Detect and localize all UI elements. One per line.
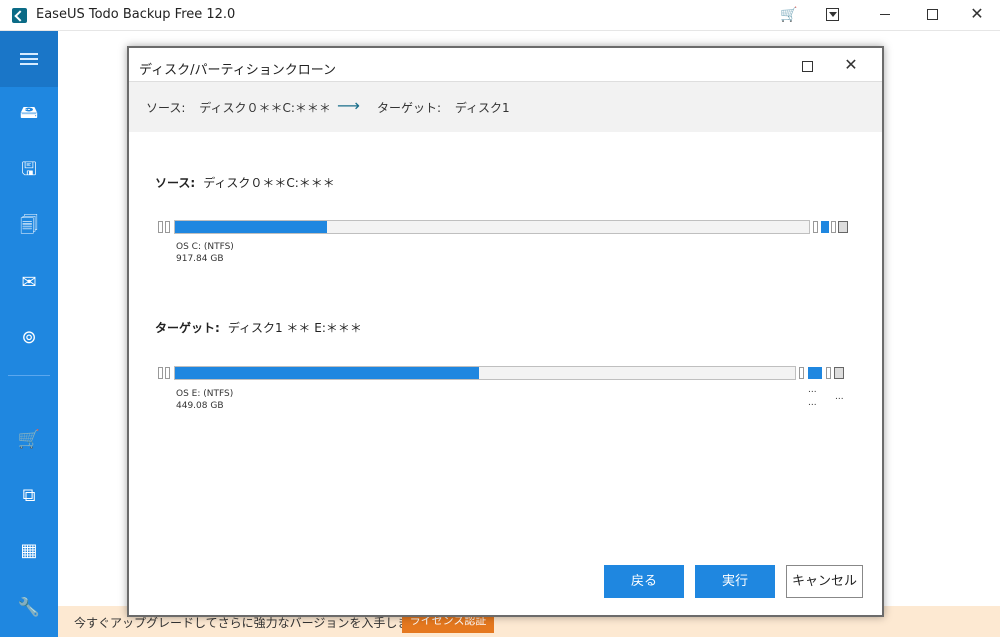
source-right-handle [813, 221, 818, 233]
target-small-partition-label: ... [808, 385, 817, 395]
target-left-handle [158, 367, 163, 379]
sidebar-divider [8, 375, 50, 376]
sidebar-menu-toggle[interactable] [0, 31, 58, 87]
source-left-handle-2 [165, 221, 170, 233]
source-partition-name: OS C: (NTFS) [176, 242, 234, 252]
dialog-title: ディスク/パーティションクローン [139, 63, 337, 78]
target-partition-size: 449.08 GB [176, 401, 224, 411]
target-end-handle [826, 367, 831, 379]
dropdown-menu-icon[interactable] [826, 8, 839, 21]
target-heading-label: ターゲット: [155, 321, 220, 335]
clone-summary: ソース: ディスク０＊＊C:＊＊＊ ⟶ ターゲット: ディスク1 [129, 82, 882, 132]
execute-button[interactable]: 実行 [695, 565, 775, 598]
settings-wrench-icon[interactable]: 🔧 [17, 596, 41, 620]
arrow-right-icon: ⟶ [337, 96, 360, 115]
source-partition-bar[interactable] [174, 220, 810, 234]
target-partition-bar[interactable] [174, 366, 796, 380]
mail-backup-icon[interactable]: ✉ [17, 271, 41, 295]
source-small-partition[interactable] [821, 221, 829, 233]
source-left-handle [158, 221, 163, 233]
disk-backup-icon[interactable]: 🖴 [17, 101, 41, 125]
target-small-partition[interactable] [808, 367, 822, 379]
system-backup-icon[interactable]: 🖫 [17, 158, 41, 182]
target-right-handle [799, 367, 804, 379]
target-small-partition-size: ... [808, 398, 817, 408]
clone-dialog: ディスク/パーティションクローン ✕ ソース: ディスク０＊＊C:＊＊＊ ⟶ タ… [127, 46, 884, 617]
target-disk-name: ディスク1 ＊＊ E:＊＊＊ [227, 321, 362, 335]
target-left-handle-2 [165, 367, 170, 379]
title-bar: EaseUS Todo Backup Free 12.0 🛒 ✕ [0, 0, 1000, 31]
cart-icon[interactable]: 🛒 [780, 6, 798, 24]
source-used-fill [175, 221, 328, 233]
source-disk-name: ディスク０＊＊C:＊＊＊ [203, 176, 335, 190]
app-logo-icon [12, 8, 27, 23]
file-backup-icon[interactable]: 🗐 [17, 214, 41, 238]
minimize-button[interactable] [880, 14, 890, 15]
summary-source-label: ソース: [146, 101, 186, 115]
summary-target-label: ターゲット: [377, 101, 442, 115]
clone-icon[interactable]: ⧉ [17, 484, 41, 508]
target-partition-label: OS E: (NTFS) 449.08 GB [176, 388, 233, 412]
maximize-button[interactable] [927, 9, 938, 20]
target-partition-name: OS E: (NTFS) [176, 389, 234, 399]
source-partition-size: 917.84 GB [176, 254, 224, 264]
sidebar: 🖴 🖫 🗐 ✉ ⊚ 🛒 ⧉ ▦ 🔧 [0, 31, 58, 637]
target-unallocated-label: ... [835, 392, 844, 402]
target-unallocated[interactable] [834, 367, 844, 379]
window-title: EaseUS Todo Backup Free 12.0 [36, 7, 236, 22]
hamburger-icon[interactable] [20, 53, 38, 65]
cart-icon[interactable]: 🛒 [17, 428, 41, 452]
source-unallocated[interactable] [838, 221, 848, 233]
summary-target-value: ディスク1 [454, 101, 510, 115]
target-disk-heading: ターゲット: ディスク1 ＊＊ E:＊＊＊ [155, 319, 362, 336]
close-button[interactable]: ✕ [966, 3, 988, 25]
dialog-close-button[interactable]: ✕ [841, 54, 861, 76]
source-end-handle [831, 221, 836, 233]
summary-source-value: ディスク０＊＊C:＊＊＊ [199, 101, 331, 115]
smart-backup-icon[interactable]: ⊚ [17, 326, 41, 350]
target-used-fill [175, 367, 479, 379]
summary-source: ソース: ディスク０＊＊C:＊＊＊ [146, 99, 331, 116]
tools-grid-icon[interactable]: ▦ [17, 539, 41, 563]
summary-target: ターゲット: ディスク1 [377, 99, 510, 116]
source-heading-label: ソース: [155, 176, 196, 190]
back-button[interactable]: 戻る [604, 565, 684, 598]
cancel-button[interactable]: キャンセル [786, 565, 863, 598]
source-disk-heading: ソース: ディスク０＊＊C:＊＊＊ [155, 174, 335, 191]
dialog-maximize-button[interactable] [802, 61, 813, 72]
source-partition-label: OS C: (NTFS) 917.84 GB [176, 241, 234, 265]
